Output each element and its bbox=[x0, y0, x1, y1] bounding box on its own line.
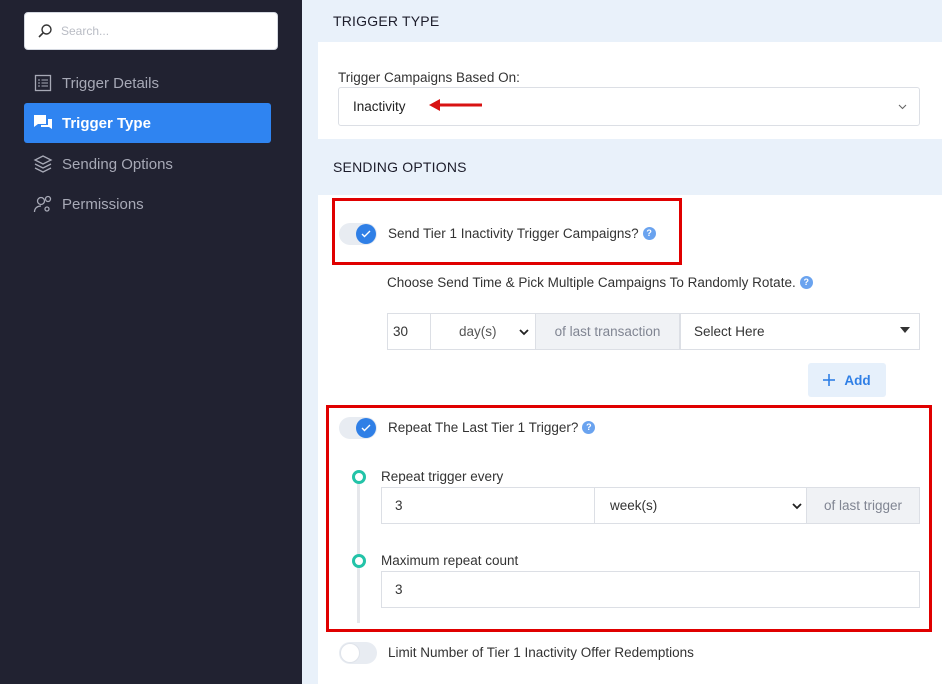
trigger-type-heading: TRIGGER TYPE bbox=[318, 0, 942, 42]
search-box[interactable] bbox=[24, 12, 278, 50]
chat-icon bbox=[33, 113, 53, 133]
sidebar-item-label: Trigger Details bbox=[62, 74, 159, 92]
list-icon bbox=[33, 73, 53, 93]
repeat-label: Repeat The Last Tier 1 Trigger?? bbox=[388, 420, 596, 435]
sidebar-item-label: Permissions bbox=[62, 195, 144, 213]
send-tier1-toggle[interactable] bbox=[339, 223, 377, 245]
send-tier1-label: Send Tier 1 Inactivity Trigger Campaigns… bbox=[388, 226, 656, 241]
help-icon[interactable]: ? bbox=[642, 226, 656, 240]
trigger-based-on-label: Trigger Campaigns Based On: bbox=[338, 70, 520, 85]
campaign-select[interactable]: Select Here bbox=[680, 313, 920, 350]
choose-send-time-label: Choose Send Time & Pick Multiple Campaig… bbox=[387, 275, 813, 290]
send-time-suffix: of last transaction bbox=[535, 313, 680, 350]
trigger-based-on-select[interactable]: Inactivity bbox=[338, 87, 920, 126]
repeat-toggle[interactable] bbox=[339, 417, 377, 439]
check-icon bbox=[361, 424, 371, 432]
timeline-dot bbox=[352, 470, 366, 484]
search-icon bbox=[38, 24, 52, 38]
limit-redemptions-toggle[interactable] bbox=[339, 642, 377, 664]
toggle-knob bbox=[356, 418, 376, 438]
sidebar-item-label: Sending Options bbox=[62, 155, 173, 173]
sidebar-item-label: Trigger Type bbox=[62, 114, 151, 132]
search-input[interactable] bbox=[61, 24, 261, 38]
max-repeat-label: Maximum repeat count bbox=[381, 553, 519, 568]
sidebar-item-trigger-details[interactable]: Trigger Details bbox=[24, 63, 271, 103]
choose-send-time-text: Choose Send Time & Pick Multiple Campaig… bbox=[387, 275, 796, 290]
help-icon[interactable]: ? bbox=[582, 420, 596, 434]
sidebar-item-trigger-type[interactable]: Trigger Type bbox=[24, 103, 271, 143]
sending-options-heading: SENDING OPTIONS bbox=[318, 139, 942, 195]
repeat-every-unit-value: week(s) bbox=[610, 498, 658, 513]
sidebar-item-sending-options[interactable]: Sending Options bbox=[24, 144, 271, 184]
timeline-dot bbox=[352, 554, 366, 568]
limit-redemptions-label: Limit Number of Tier 1 Inactivity Offer … bbox=[388, 645, 694, 660]
toggle-knob bbox=[356, 224, 376, 244]
user-gear-icon bbox=[33, 194, 53, 214]
chevron-down-icon bbox=[519, 329, 529, 336]
help-icon[interactable]: ? bbox=[799, 275, 813, 289]
repeat-every-input[interactable]: 3 bbox=[381, 487, 595, 524]
repeat-every-unit-select[interactable]: week(s) bbox=[594, 487, 807, 524]
trigger-based-on-value: Inactivity bbox=[353, 99, 406, 114]
repeat-every-label: Repeat trigger every bbox=[381, 469, 504, 484]
send-time-unit-value: day(s) bbox=[459, 324, 497, 339]
red-arrow-annotation bbox=[429, 99, 482, 111]
send-tier1-text: Send Tier 1 Inactivity Trigger Campaigns… bbox=[388, 226, 639, 241]
repeat-text: Repeat The Last Tier 1 Trigger? bbox=[388, 420, 579, 435]
send-time-unit-select[interactable]: day(s) bbox=[430, 313, 536, 350]
sidebar-item-permissions[interactable]: Permissions bbox=[24, 184, 271, 224]
sidebar: Trigger Details Trigger Type Sending Opt… bbox=[0, 0, 302, 684]
toggle-knob bbox=[340, 643, 360, 663]
max-repeat-input[interactable]: 3 bbox=[381, 571, 920, 608]
campaign-select-value: Select Here bbox=[694, 324, 765, 339]
timeline-line bbox=[357, 470, 360, 623]
main-content: TRIGGER TYPE Trigger Campaigns Based On:… bbox=[318, 0, 942, 684]
add-button[interactable]: Add bbox=[808, 363, 886, 397]
add-button-label: Add bbox=[844, 372, 871, 388]
send-time-value-input[interactable]: 30 bbox=[387, 313, 431, 350]
check-icon bbox=[361, 230, 371, 238]
plus-icon bbox=[823, 374, 836, 386]
layers-icon bbox=[33, 154, 53, 174]
chevron-down-icon bbox=[898, 104, 907, 110]
repeat-every-suffix: of last trigger bbox=[806, 487, 920, 524]
caret-down-icon bbox=[900, 327, 910, 333]
chevron-down-icon bbox=[792, 503, 802, 510]
